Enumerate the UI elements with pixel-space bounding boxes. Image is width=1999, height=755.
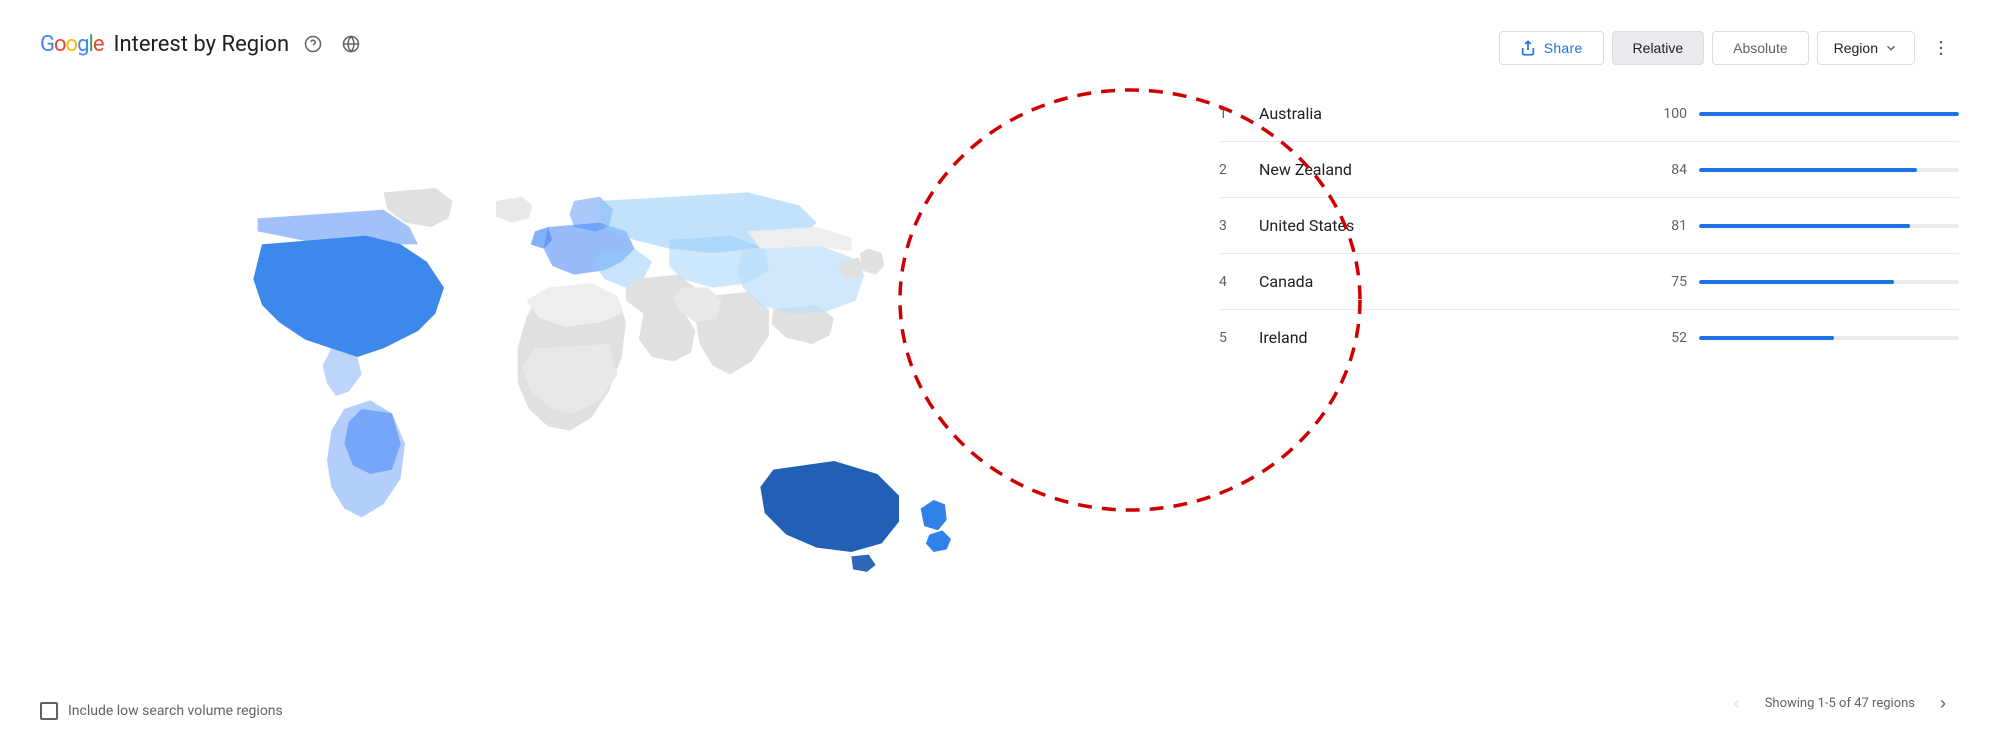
checkbox-label: Include low search volume regions xyxy=(68,703,283,719)
region-bar-fill xyxy=(1699,168,1917,172)
region-name: Australia xyxy=(1259,104,1627,123)
page-title: Interest by Region xyxy=(113,32,289,57)
toolbar: Share Relative Absolute Region xyxy=(1219,20,1959,86)
region-bar-track xyxy=(1699,280,1959,284)
region-value: 81 xyxy=(1627,218,1687,234)
next-icon: › xyxy=(1940,693,1946,714)
table-row: 3 United States 81 xyxy=(1219,198,1959,254)
world-map xyxy=(210,173,990,593)
regions-table: 1 Australia 100 2 New Zealand 84 3 Unite… xyxy=(1219,86,1959,671)
more-icon xyxy=(1931,38,1951,58)
region-rank: 2 xyxy=(1219,162,1259,178)
region-bar-container xyxy=(1699,336,1959,340)
region-dropdown[interactable]: Region xyxy=(1817,31,1915,65)
checkbox-area: Include low search volume regions xyxy=(40,687,1159,735)
share-button[interactable]: Share xyxy=(1499,31,1604,65)
absolute-tab[interactable]: Absolute xyxy=(1712,31,1808,65)
table-row: 2 New Zealand 84 xyxy=(1219,142,1959,198)
region-rank: 5 xyxy=(1219,330,1259,346)
region-bar-container xyxy=(1699,224,1959,228)
region-name: New Zealand xyxy=(1259,160,1627,179)
low-volume-checkbox[interactable] xyxy=(40,702,58,720)
next-page-button[interactable]: › xyxy=(1927,687,1959,719)
region-rank: 4 xyxy=(1219,274,1259,290)
region-bar-container xyxy=(1699,168,1959,172)
help-button[interactable] xyxy=(299,30,327,58)
region-rank: 1 xyxy=(1219,106,1259,122)
region-rank: 3 xyxy=(1219,218,1259,234)
right-panel: Share Relative Absolute Region xyxy=(1159,20,1959,735)
region-value: 52 xyxy=(1627,330,1687,346)
region-name: Canada xyxy=(1259,272,1627,291)
table-row: 5 Ireland 52 xyxy=(1219,310,1959,365)
share-label: Share xyxy=(1544,40,1583,56)
region-bar-fill xyxy=(1699,336,1834,340)
region-value: 75 xyxy=(1627,274,1687,290)
more-options-button[interactable] xyxy=(1923,30,1959,66)
prev-page-button[interactable]: ‹ xyxy=(1721,687,1753,719)
region-name: Ireland xyxy=(1259,328,1627,347)
chevron-down-icon xyxy=(1884,41,1898,55)
google-logo: Google xyxy=(40,32,103,57)
region-bar-track xyxy=(1699,336,1959,340)
table-row: 1 Australia 100 xyxy=(1219,86,1959,142)
region-bar-track xyxy=(1699,224,1959,228)
pagination: ‹ Showing 1-5 of 47 regions › xyxy=(1219,671,1959,735)
region-bar-container xyxy=(1699,112,1959,116)
region-bar-container xyxy=(1699,280,1959,284)
region-value: 84 xyxy=(1627,162,1687,178)
region-bar-track xyxy=(1699,168,1959,172)
table-row: 4 Canada 75 xyxy=(1219,254,1959,310)
region-bar-fill xyxy=(1699,224,1910,228)
relative-tab[interactable]: Relative xyxy=(1612,31,1705,65)
pagination-text: Showing 1-5 of 47 regions xyxy=(1765,696,1915,711)
section-header: Google Interest by Region xyxy=(40,20,1159,78)
globe-button[interactable] xyxy=(337,30,365,58)
region-value: 100 xyxy=(1627,106,1687,122)
share-icon xyxy=(1520,40,1536,56)
prev-icon: ‹ xyxy=(1734,693,1740,714)
region-bar-fill xyxy=(1699,280,1894,284)
left-panel: Google Interest by Region xyxy=(40,20,1159,735)
region-bar-fill xyxy=(1699,112,1959,116)
region-name: United States xyxy=(1259,216,1627,235)
map-area xyxy=(40,78,1159,687)
region-bar-track xyxy=(1699,112,1959,116)
